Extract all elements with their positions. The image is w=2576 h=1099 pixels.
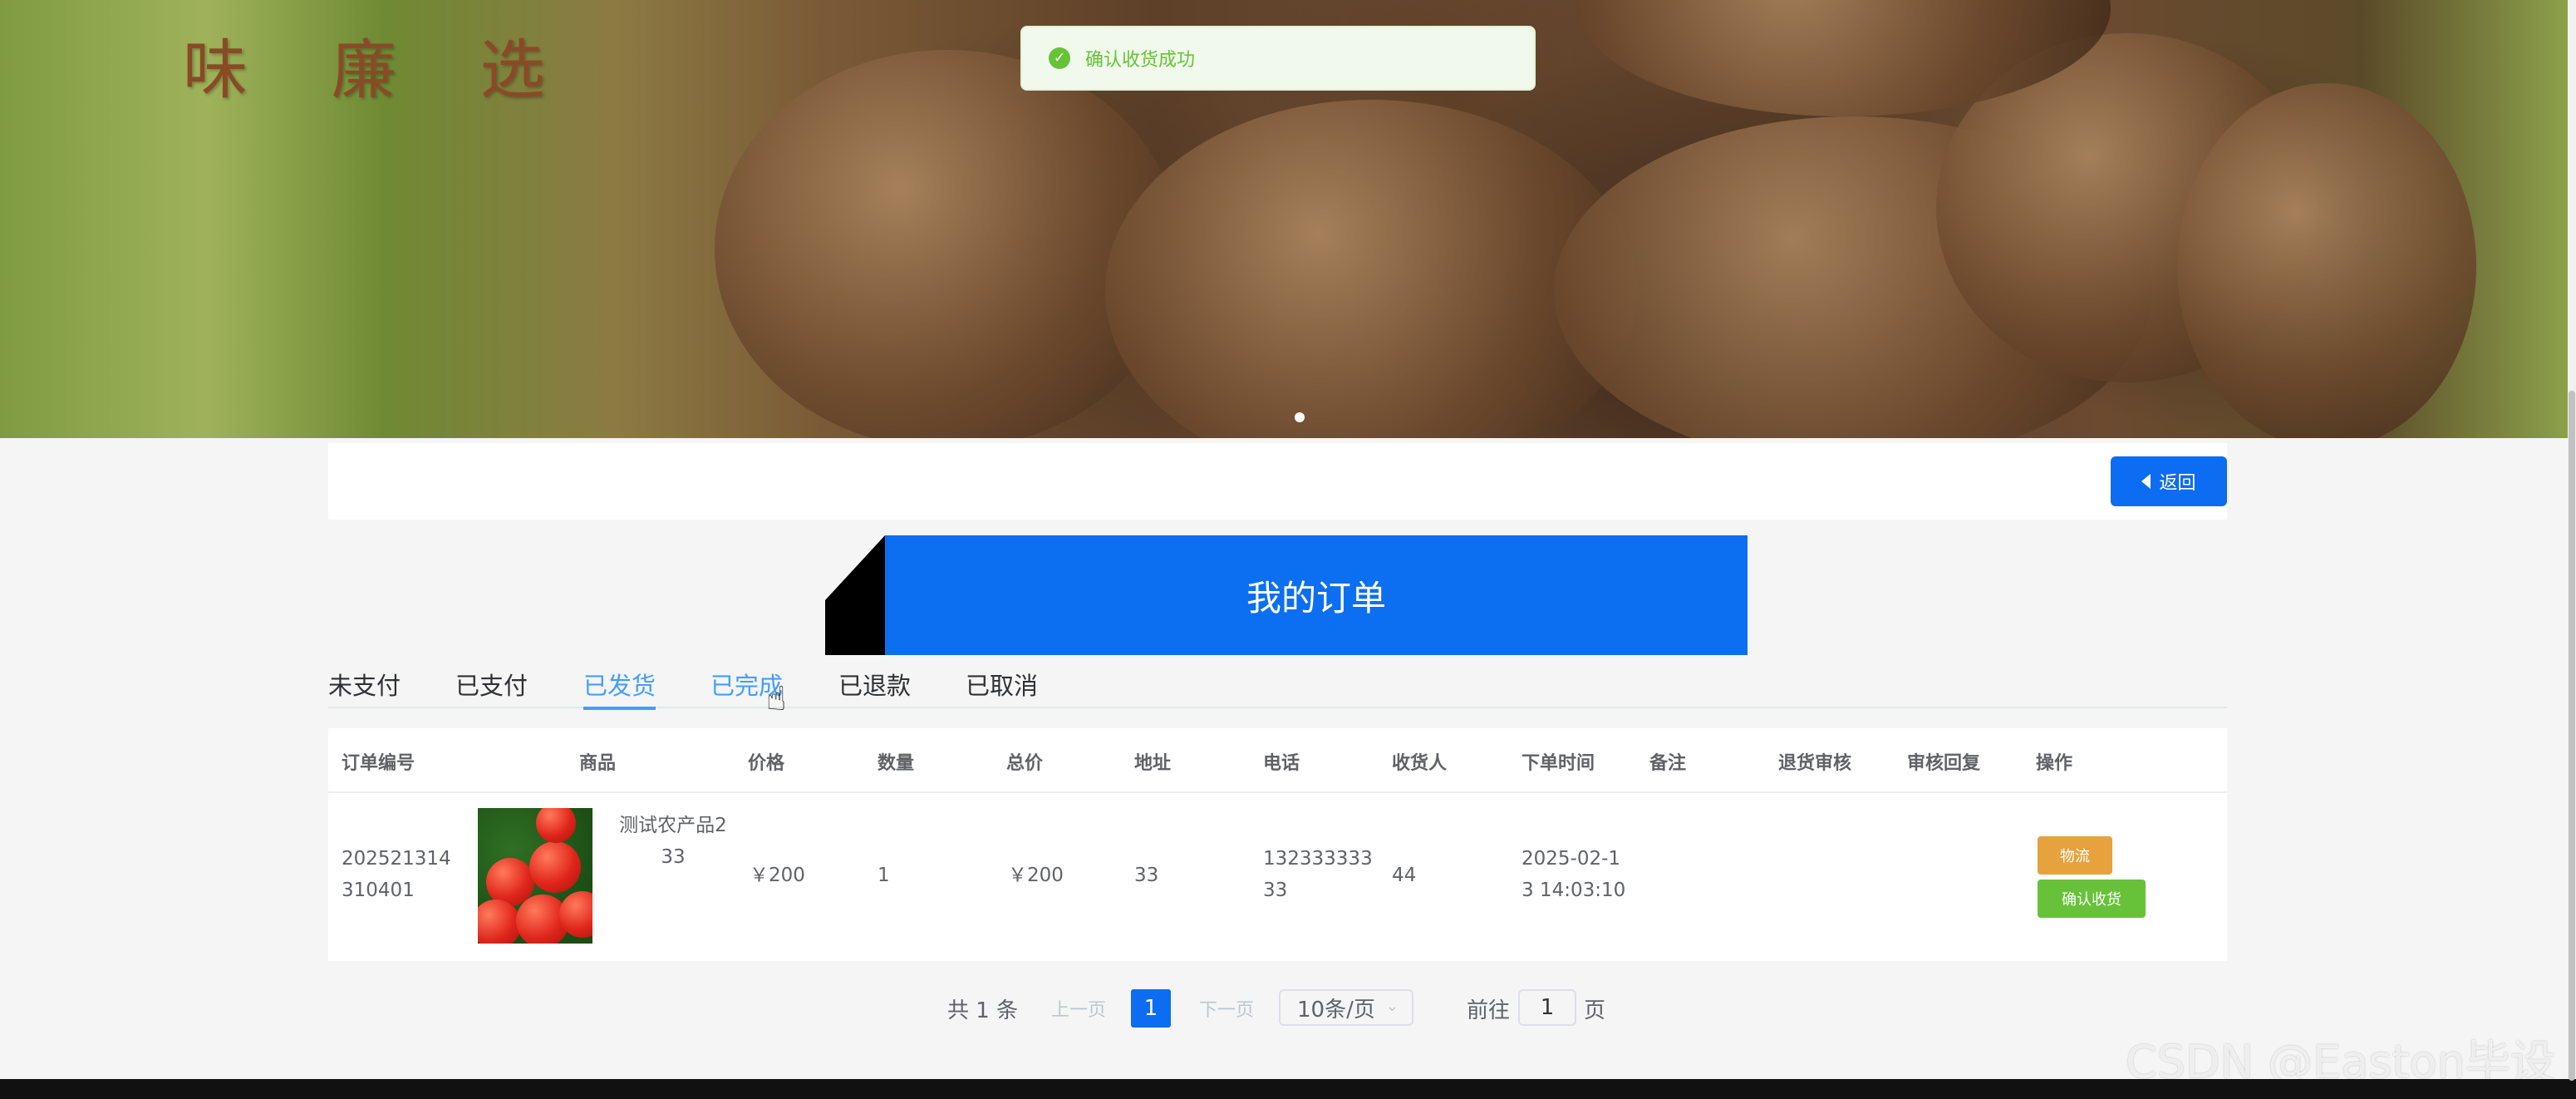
receiver: 44 (1392, 865, 1417, 886)
banner-mushroom (2177, 83, 2476, 438)
goto-page-input[interactable]: 1 (1518, 989, 1576, 1026)
goto-label: 前往 (1467, 998, 1511, 1023)
goto-unit-label: 页 (1584, 998, 1606, 1023)
logistics-button[interactable]: 物流 (2038, 836, 2112, 875)
carousel-indicator[interactable] (1295, 412, 1305, 422)
order-number-line: 310401 (342, 880, 415, 901)
product-name-line: 33 (661, 846, 686, 868)
title-decoration (825, 535, 885, 655)
back-button[interactable]: 返回 (2111, 456, 2227, 506)
product-name: 测试农产品2 33 (611, 810, 735, 873)
column-header: 总价 (1006, 753, 1044, 774)
page-title-banner: 我的订单 (825, 535, 1748, 655)
chevron-down-icon: ⌄ (1385, 998, 1399, 1015)
column-header: 地址 (1134, 753, 1172, 774)
column-header: 操作 (2036, 753, 2073, 774)
banner-mushroom (715, 50, 1180, 438)
action-bar (328, 443, 2227, 520)
column-header: 审核回复 (1907, 753, 1981, 774)
column-header: 备注 (1649, 753, 1687, 774)
brand-logo: 味 廉 选 (183, 33, 577, 108)
next-page-button[interactable]: 下一页 (1199, 989, 1254, 1028)
table-header: 订单编号 商品 价格 数量 总价 地址 电话 收货人 下单时间 备注 退货审核 … (328, 728, 2227, 793)
tab-cancelled[interactable]: 已取消 (966, 667, 1038, 708)
address: 33 (1134, 865, 1159, 886)
column-header: 订单编号 (342, 753, 415, 774)
column-header: 收货人 (1392, 753, 1448, 774)
tab-shipped[interactable]: 已发货 (583, 667, 656, 710)
check-circle-icon: ✓ (1049, 47, 1070, 69)
product-image[interactable] (478, 808, 592, 944)
column-header: 数量 (878, 753, 915, 774)
order-time-line: 3 14:03:10 (1522, 880, 1626, 901)
total-price: ￥200 (1008, 865, 1064, 886)
column-header: 电话 (1263, 753, 1300, 774)
order-number: 202521314 310401 (342, 843, 451, 906)
column-header: 退货审核 (1778, 753, 1852, 774)
order-number-line: 202521314 (342, 848, 451, 870)
page-size-value: 10条/页 (1297, 997, 1375, 1023)
scrollbar-thumb[interactable] (2569, 391, 2575, 1081)
phone-line: 33 (1263, 880, 1288, 901)
confirm-receipt-button[interactable]: 确认收货 (2038, 880, 2146, 918)
bottom-bar (0, 1079, 2576, 1099)
column-header: 下单时间 (1522, 753, 1595, 774)
quantity: 1 (878, 865, 890, 886)
phone-line: 132333333 (1263, 848, 1373, 870)
phone: 132333333 33 (1263, 843, 1373, 906)
tab-unpaid[interactable]: 未支付 (328, 667, 401, 708)
success-toast: ✓ 确认收货成功 (1020, 26, 1536, 91)
product-name-line: 测试农产品2 (619, 815, 727, 836)
tomato-shape (478, 899, 521, 944)
tomato-shape (536, 808, 576, 843)
page-number-current[interactable]: 1 (1131, 989, 1171, 1028)
toast-message: 确认收货成功 (1085, 50, 1196, 71)
order-status-tabs: 未支付 已支付 已发货 已完成 已退款 已取消 (328, 662, 2227, 710)
page-size-select[interactable]: 10条/页 ⌄ (1279, 989, 1413, 1026)
caret-left-icon (2141, 474, 2151, 489)
tab-refunded[interactable]: 已退款 (838, 667, 911, 708)
back-button-label: 返回 (2159, 473, 2196, 494)
order-time-line: 2025-02-1 (1522, 848, 1621, 870)
pointer-hand-icon: ☝ (766, 680, 787, 718)
tab-paid[interactable]: 已支付 (455, 667, 528, 708)
column-header: 商品 (579, 753, 617, 774)
prev-page-button[interactable]: 上一页 (1051, 989, 1106, 1028)
tomato-shape (529, 841, 581, 893)
price: ￥200 (750, 865, 805, 886)
order-time: 2025-02-1 3 14:03:10 (1522, 843, 1625, 906)
page-title: 我的订单 (885, 535, 1748, 655)
scrollbar[interactable] (2568, 0, 2576, 1081)
column-header: 价格 (748, 753, 785, 774)
pagination-total: 共 1 条 (947, 998, 1019, 1023)
orders-table: 订单编号 商品 价格 数量 总价 地址 电话 收货人 下单时间 备注 退货审核 … (328, 728, 2227, 961)
